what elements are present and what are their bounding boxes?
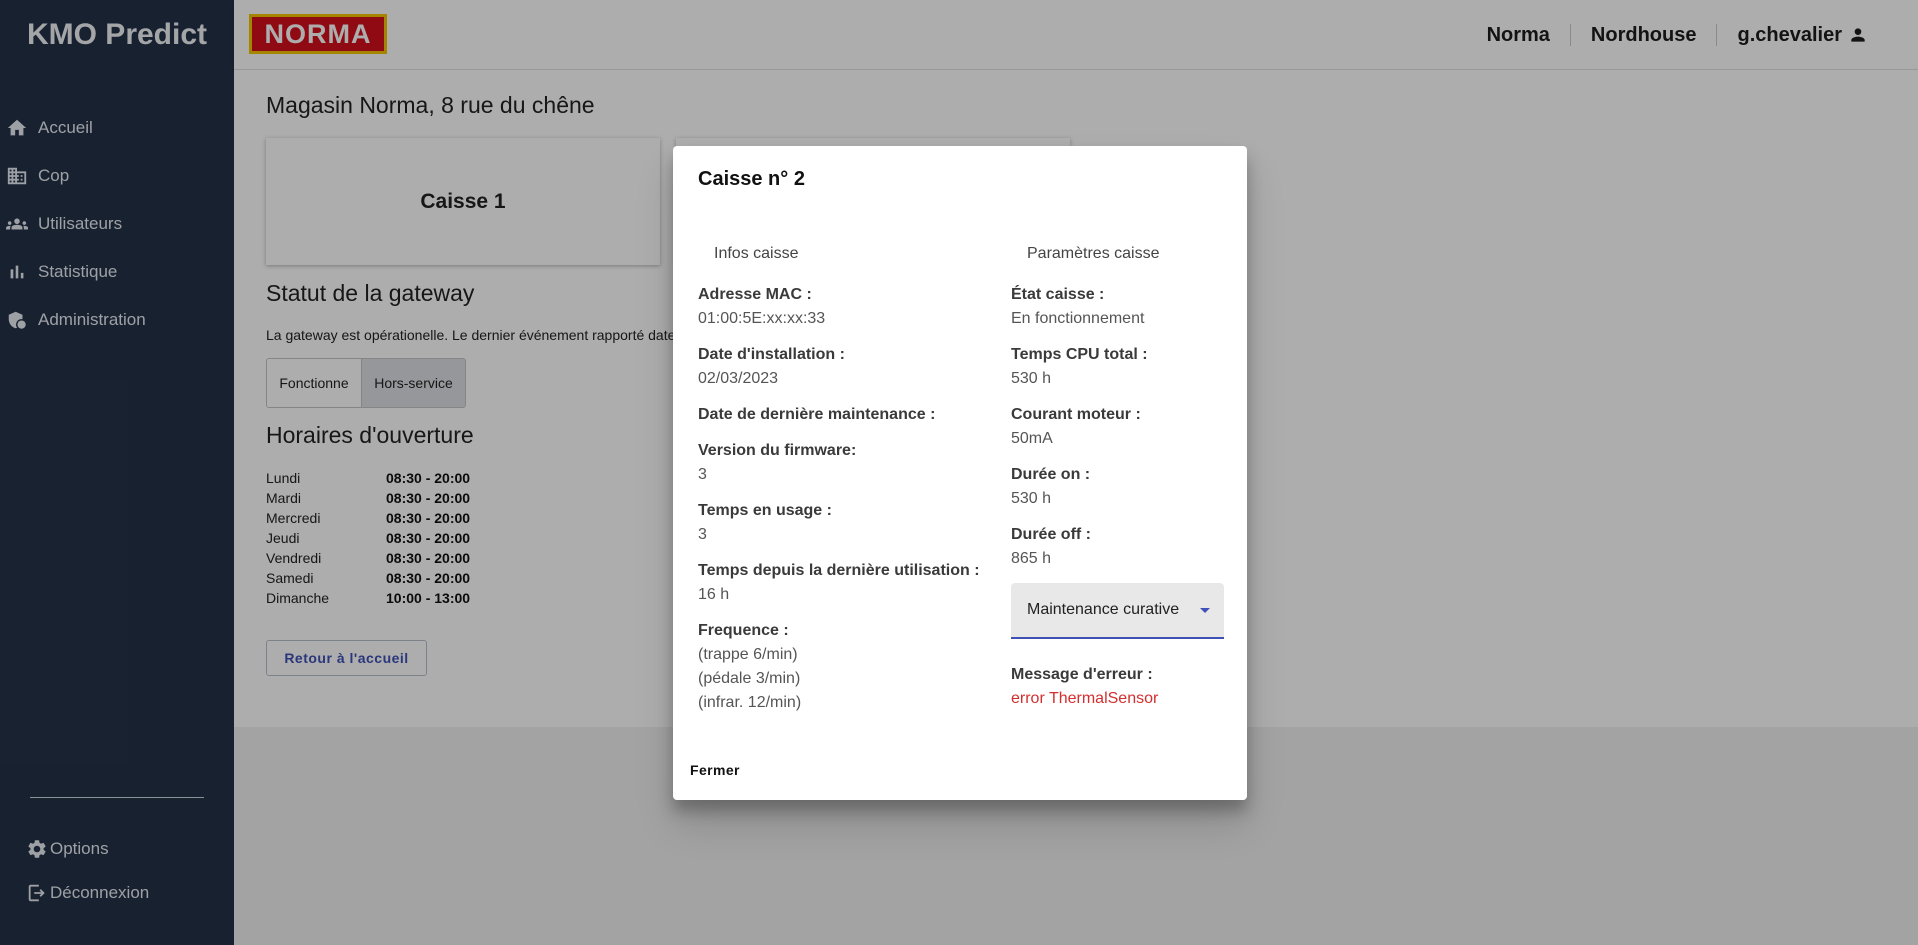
field-label: Temps en usage :: [698, 502, 832, 519]
caisse-dialog: Caisse n° 2 Infos caisse Adresse MAC : 0…: [673, 146, 1247, 800]
maintenance-date-field: Date de dernière maintenance :: [698, 403, 1008, 427]
error-message-field: Message d'erreur : error ThermalSensor: [1011, 663, 1226, 711]
motor-current-field: Courant moteur : 50mA: [1011, 403, 1226, 451]
field-label: Date d'installation :: [698, 346, 845, 363]
field-value: 530 h: [1011, 370, 1052, 387]
field-value: 3: [698, 526, 707, 543]
field-label: Temps depuis la dernière utilisation :: [698, 562, 980, 579]
field-value: (infrar. 12/min): [698, 694, 802, 711]
field-value: 50mA: [1011, 430, 1053, 447]
field-label: Date de dernière maintenance :: [698, 406, 936, 423]
field-label: Durée on :: [1011, 466, 1091, 483]
field-label: Frequence :: [698, 622, 789, 639]
infos-column: Infos caisse Adresse MAC : 01:00:5E:xx:x…: [698, 245, 1008, 715]
field-value: (pédale 3/min): [698, 670, 801, 687]
field-label: Message d'erreur :: [1011, 666, 1153, 683]
error-value: error ThermalSensor: [1011, 690, 1159, 707]
field-value: 02/03/2023: [698, 370, 779, 387]
select-value: Maintenance curative: [1027, 601, 1180, 618]
field-label: État caisse :: [1011, 286, 1105, 303]
field-value: (trappe 6/min): [698, 646, 798, 663]
field-value: 865 h: [1011, 550, 1052, 567]
dropdown-arrow-icon: [1200, 608, 1210, 613]
field-value: 16 h: [698, 586, 730, 603]
duration-off-field: Durée off : 865 h: [1011, 523, 1226, 571]
params-column: Paramètres caisse État caisse : En fonct…: [1011, 245, 1226, 711]
mac-field: Adresse MAC : 01:00:5E:xx:xx:33: [698, 283, 1008, 331]
since-last-use-field: Temps depuis la dernière utilisation : 1…: [698, 559, 1008, 607]
duration-on-field: Durée on : 530 h: [1011, 463, 1226, 511]
usage-time-field: Temps en usage : 3: [698, 499, 1008, 547]
field-label: Version du firmware:: [698, 442, 857, 459]
field-label: Durée off :: [1011, 526, 1091, 543]
params-header: Paramètres caisse: [1027, 245, 1160, 262]
maintenance-type-select[interactable]: Maintenance curative: [1011, 583, 1224, 639]
install-date-field: Date d'installation : 02/03/2023: [698, 343, 1008, 391]
field-value: En fonctionnement: [1011, 310, 1145, 327]
field-label: Adresse MAC :: [698, 286, 812, 303]
cpu-time-field: Temps CPU total : 530 h: [1011, 343, 1226, 391]
state-field: État caisse : En fonctionnement: [1011, 283, 1226, 331]
frequency-field: Frequence : (trappe 6/min) (pédale 3/min…: [698, 619, 1008, 715]
firmware-field: Version du firmware: 3: [698, 439, 1008, 487]
dialog-title: Caisse n° 2: [698, 168, 805, 190]
field-value: 3: [698, 466, 707, 483]
field-label: Temps CPU total :: [1011, 346, 1148, 363]
field-label: Courant moteur :: [1011, 406, 1141, 423]
close-button[interactable]: Fermer: [690, 762, 740, 778]
infos-header: Infos caisse: [714, 245, 799, 262]
field-value: 530 h: [1011, 490, 1052, 507]
field-value: 01:00:5E:xx:xx:33: [698, 310, 826, 327]
